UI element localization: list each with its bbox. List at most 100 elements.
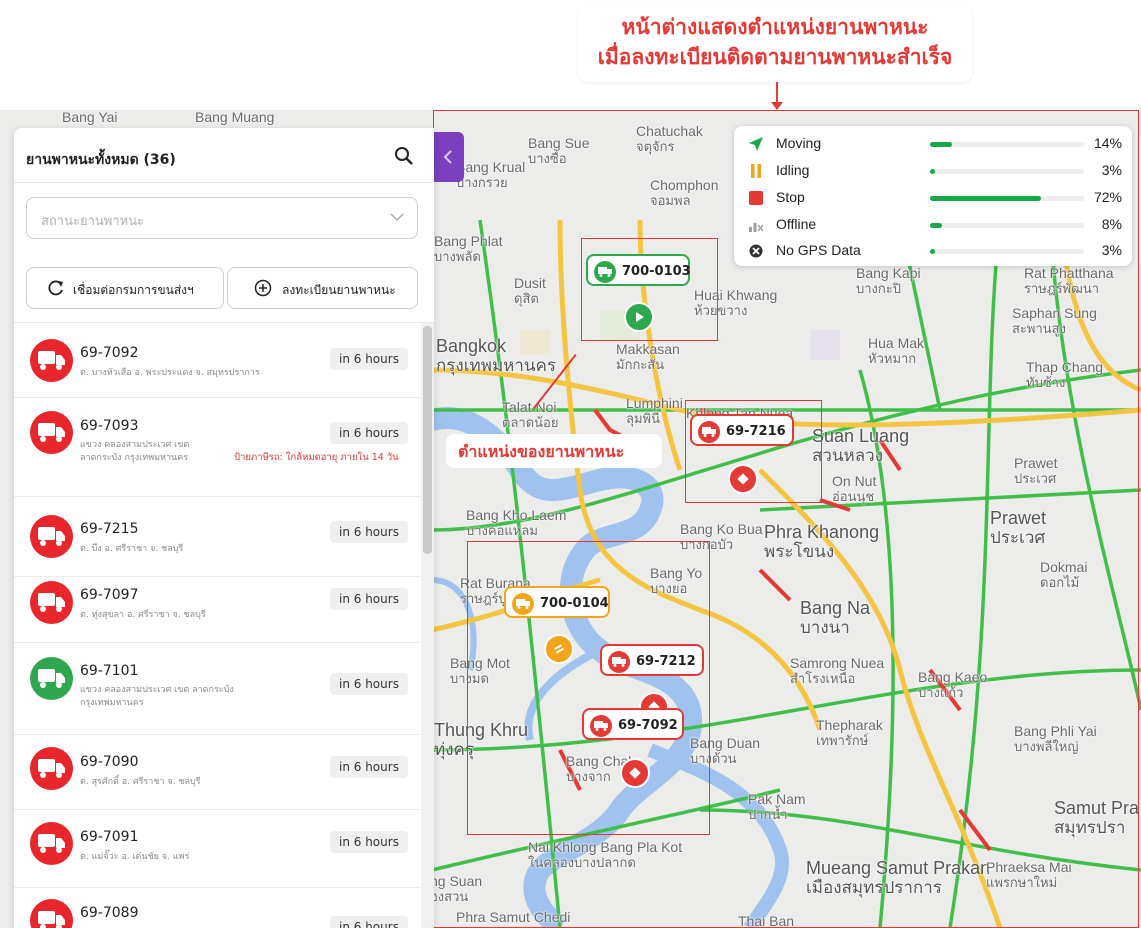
legend-row-no-gps: No GPS Data 3% <box>748 241 1122 261</box>
truck-icon <box>30 747 73 790</box>
status-filter-select[interactable]: สถานะยานพาหนะ <box>26 197 418 239</box>
place-label: ng Suan องสวน <box>430 873 483 905</box>
place-label: Pak Nam ปากน้ำ <box>748 791 806 823</box>
vehicle-sidebar: ยานพาหนะทั้งหมด (36) สถานะยานพาหนะ เชื่อ… <box>14 128 434 928</box>
place-label: Samut Pra สมุทรปรา <box>1054 798 1140 837</box>
sidebar-collapse-button[interactable] <box>432 132 464 182</box>
vehicle-marker-label[interactable]: 700-0104 <box>504 586 610 618</box>
navigation-arrow-icon <box>748 136 764 152</box>
time-badge: in 6 hours <box>330 831 408 853</box>
truck-icon <box>30 581 73 624</box>
chevron-left-icon <box>443 150 452 164</box>
time-badge: in 6 hours <box>330 521 408 543</box>
legend-bar <box>930 249 1084 254</box>
signal-off-icon <box>748 217 764 233</box>
status-filter-placeholder: สถานะยานพาหนะ <box>41 214 145 229</box>
place-label: Prawet ประเวศ <box>990 508 1047 547</box>
legend-row-offline: Offline 8% <box>748 215 1122 235</box>
place-label: Nai Khlong Bang Pla Kot ในคลองบางปลากด <box>528 839 683 871</box>
vehicle-marker-label[interactable]: 69-7092 <box>582 708 684 740</box>
place-label: Prawet ประเวศ <box>1014 455 1058 487</box>
place-label: On Nut อ่อนนุช <box>832 473 877 505</box>
time-badge: in 6 hours <box>330 756 408 778</box>
place-label: Makkasan มักกะสัน <box>616 341 680 373</box>
place-label: Bang Phli Yai บางพลีใหญ่ <box>1014 723 1097 755</box>
vehicle-pin-stopped[interactable] <box>620 758 650 788</box>
vehicle-marker-label[interactable]: 69-7216 <box>690 414 794 446</box>
place-label: Rat Phatthana ราษฎร์พัฒนา <box>1024 265 1114 297</box>
legend-bar <box>930 142 1084 147</box>
legend-bar-fill <box>930 142 952 147</box>
chevron-down-icon <box>390 213 404 222</box>
place-label: Bang Duan บางด้วน <box>690 735 761 767</box>
vehicle-position-annotation: ตำแหน่งของยานพาหนะ <box>446 434 662 468</box>
legend-bar-fill <box>930 223 943 228</box>
legend-bar-fill <box>930 169 935 174</box>
place-label: Suan Luang สวนหลวง <box>812 426 910 465</box>
callout-connector <box>776 82 778 104</box>
place-label: Thai Ban <box>738 913 795 928</box>
list-item[interactable]: 69-7091 ต. แม่จั๊วะ อ. เด่นชัย จ. แพร่ i… <box>14 810 421 888</box>
legend-row-moving: Moving 14% <box>748 134 1122 154</box>
sidebar-title: ยานพาหนะทั้งหมด (36) <box>26 152 176 168</box>
place-label: Chatuchak จตุจักร <box>636 123 703 155</box>
list-item[interactable]: 69-7101 แขวง คลองสามประเวศ เขต ลาดกระบัง… <box>14 643 421 735</box>
place-label: Huai Khwang ห้วยขวาง <box>694 287 778 319</box>
place-label: Bang Sue บางซื่อ <box>528 135 590 167</box>
vehicle-marker-label[interactable]: 69-7212 <box>600 644 704 676</box>
plus-circle-icon <box>254 279 272 297</box>
place-label: Bangkok กรุงเทพมหานคร <box>436 336 557 375</box>
time-badge: in 6 hours <box>330 588 408 610</box>
annotation-callout: หน้าต่างแสดงตำแหน่งยานพาหนะ เมื่อลงทะเบี… <box>578 4 972 82</box>
list-item[interactable]: 69-7093 แขวง คลองสามประเวศ เขต ลาดกระบัง… <box>14 398 421 497</box>
place-label: Lumphini ลุมพินี <box>626 395 683 427</box>
place-label: Thap Chang ทับช้าง <box>1026 359 1104 391</box>
truck-icon <box>30 339 73 382</box>
place-label: Bang Phlat บางพลัด <box>434 233 503 265</box>
place-label: Phra Samut Chedi <box>456 909 571 925</box>
legend-bar <box>930 196 1084 201</box>
place-label: Phra Khanong พระโขนง <box>764 522 880 561</box>
vehicle-pin-moving[interactable] <box>624 302 654 332</box>
place-label: Saphan Sung สะพานสูง <box>1012 305 1097 337</box>
time-badge: in 6 hours <box>330 422 408 444</box>
legend-bar-fill <box>930 196 1041 201</box>
tax-warning: ป้ายภาษีรถ: ใกล้หมดอายุ ภายใน 14 วัน <box>234 452 399 463</box>
vehicle-pin-idling[interactable] <box>544 634 574 664</box>
vehicle-marker-label[interactable]: 700-0103 <box>586 254 691 286</box>
place-label: Talat Noi ตลาดน้อย <box>502 399 559 431</box>
annotation-line-2: เมื่อลงทะเบียนติดตามยานพาหนะสำเร็จ <box>597 45 953 69</box>
place-label: Bang Yai <box>62 110 118 125</box>
list-scrollbar-thumb[interactable] <box>423 326 432 554</box>
register-vehicle-button[interactable]: ลงทะเบียนยานพาหนะ <box>227 267 418 309</box>
legend-bar <box>930 169 1084 174</box>
place-label: Mueang Samut Prakan เมืองสมุทรปราการ <box>806 858 991 897</box>
place-label: Dusit ดุสิต <box>514 275 546 307</box>
list-item[interactable]: 69-7215 ต. บึง อ. ศรีราชา จ. ชลบุรี in 6… <box>14 497 421 577</box>
list-item[interactable]: 69-7097 ต. ทุ่งสุขลา อ. ศรีราชา จ. ชลบุร… <box>14 577 421 643</box>
legend-row-stop: Stop 72% <box>748 188 1122 208</box>
list-item[interactable]: 69-7090 ต. สุรศักดิ์ อ. ศรีราชา จ. ชลบุร… <box>14 735 421 810</box>
divider <box>14 182 434 183</box>
truck-icon <box>30 899 73 928</box>
truck-icon <box>30 515 73 558</box>
time-badge: in 6 hours <box>330 348 408 370</box>
vehicle-pin-stopped[interactable] <box>728 464 758 494</box>
place-label: Hua Mak หัวหมาก <box>868 335 925 367</box>
list-item[interactable]: 69-7089 in 6 hours <box>14 888 421 928</box>
callout-arrow-icon <box>771 102 783 110</box>
search-icon[interactable] <box>392 144 416 168</box>
truck-icon <box>608 651 630 673</box>
connect-dlt-button[interactable]: เชื่อมต่อกรมการขนส่งฯ <box>26 267 224 309</box>
place-label: Bang Ko Bua บางกอบัว <box>680 521 763 553</box>
truck-icon <box>30 411 73 454</box>
legend-bar-fill <box>930 249 935 254</box>
place-label: Bang Na บางนา <box>800 598 871 637</box>
place-label: Chomphon จอมพล <box>650 177 719 209</box>
status-legend: Moving 14% Idling 3% Stop 72% Offline 8%… <box>734 126 1132 266</box>
place-label: Thung Khru ทุ่งครุ <box>434 720 529 759</box>
time-badge: in 6 hours <box>330 673 408 695</box>
place-label: Bang Krual บางกรวย <box>456 159 526 191</box>
list-item[interactable]: 69-7092 ต. บางหัวเสือ อ. พระประแดง จ. สม… <box>14 323 421 398</box>
annotation-line-1: หน้าต่างแสดงตำแหน่งยานพาหนะ <box>621 15 929 39</box>
